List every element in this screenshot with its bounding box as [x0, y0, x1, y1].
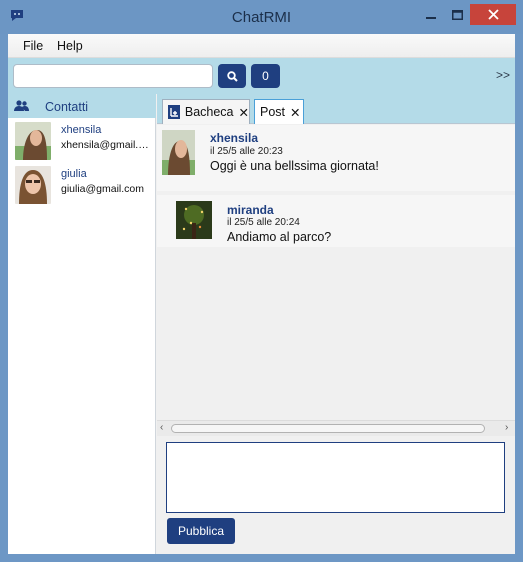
menu-bar: File Help	[8, 34, 515, 58]
contact-item[interactable]: giulia giulia@gmail.com	[8, 164, 156, 208]
post-author: miranda	[227, 203, 274, 217]
menu-file[interactable]: File	[23, 39, 43, 53]
scrollbar-thumb[interactable]	[171, 424, 485, 433]
post-date: il 25/5 alle 20:23	[210, 146, 283, 157]
tab-label: Post	[260, 105, 286, 119]
avatar	[162, 130, 195, 175]
maximize-icon	[451, 9, 463, 20]
tab-post[interactable]: Post ✕	[254, 99, 304, 124]
search-button[interactable]	[218, 64, 246, 88]
close-icon[interactable]: ✕	[290, 105, 300, 120]
avatar	[176, 201, 212, 239]
search-toolbar: 0 >>	[8, 58, 515, 94]
contact-email: xhensila@gmail.com	[61, 139, 151, 151]
minimize-icon	[426, 16, 436, 19]
search-icon	[226, 70, 238, 82]
close-icon	[487, 9, 499, 20]
maximize-button[interactable]	[444, 4, 470, 25]
avatar	[15, 122, 51, 160]
contacts-panel: Contatti xhensila xhensila@gmail.com giu…	[8, 94, 156, 554]
horizontal-scrollbar[interactable]: ‹ ›	[157, 420, 515, 436]
notification-count-button[interactable]: 0	[251, 64, 280, 88]
post-feed[interactable]: xhensila il 25/5 alle 20:23 Oggi è una b…	[157, 125, 515, 420]
publish-button[interactable]: Pubblica	[167, 518, 235, 544]
post-text: Oggi è una bellssima giornata!	[210, 159, 379, 173]
client-area: File Help 0 >> Contatti xhensila xhensil…	[8, 34, 515, 554]
contact-item[interactable]: xhensila xhensila@gmail.com	[8, 120, 156, 164]
close-icon[interactable]: ✕	[239, 105, 249, 120]
avatar	[15, 166, 51, 204]
post-date: il 25/5 alle 20:24	[227, 217, 300, 228]
contacts-title: Contatti	[45, 100, 89, 114]
tab-label: Bacheca	[184, 105, 234, 119]
tab-bacheca[interactable]: Bacheca ✕	[162, 99, 250, 124]
post-item: miranda il 25/5 alle 20:24 Andiamo al pa…	[157, 195, 515, 247]
post-composer[interactable]	[166, 442, 505, 513]
contact-name: xhensila	[61, 124, 102, 136]
scroll-left-icon[interactable]: ‹	[160, 422, 163, 433]
chat-window: ChatRMI File Help 0 >> Contatti xhensila…	[0, 0, 523, 562]
post-author: xhensila	[210, 131, 259, 145]
close-button[interactable]	[470, 4, 516, 25]
minimize-button[interactable]	[418, 4, 444, 25]
tab-bar: Bacheca ✕ Post ✕	[157, 94, 515, 124]
main-area: Bacheca ✕ Post ✕ xhensila il 25/5 alle 2…	[157, 94, 515, 554]
expand-toggle[interactable]: >>	[496, 68, 510, 82]
search-input[interactable]	[13, 64, 213, 88]
contacts-header: Contatti	[8, 94, 156, 118]
contact-name: giulia	[61, 168, 87, 180]
users-icon	[14, 100, 29, 111]
board-icon	[168, 105, 180, 119]
scroll-right-icon[interactable]: ›	[505, 422, 508, 433]
menu-help[interactable]: Help	[57, 39, 83, 53]
contact-email: giulia@gmail.com	[61, 183, 145, 195]
post-item: xhensila il 25/5 alle 20:23 Oggi è una b…	[157, 125, 515, 191]
post-text: Andiamo al parco?	[227, 230, 332, 244]
title-bar[interactable]: ChatRMI	[0, 0, 523, 34]
